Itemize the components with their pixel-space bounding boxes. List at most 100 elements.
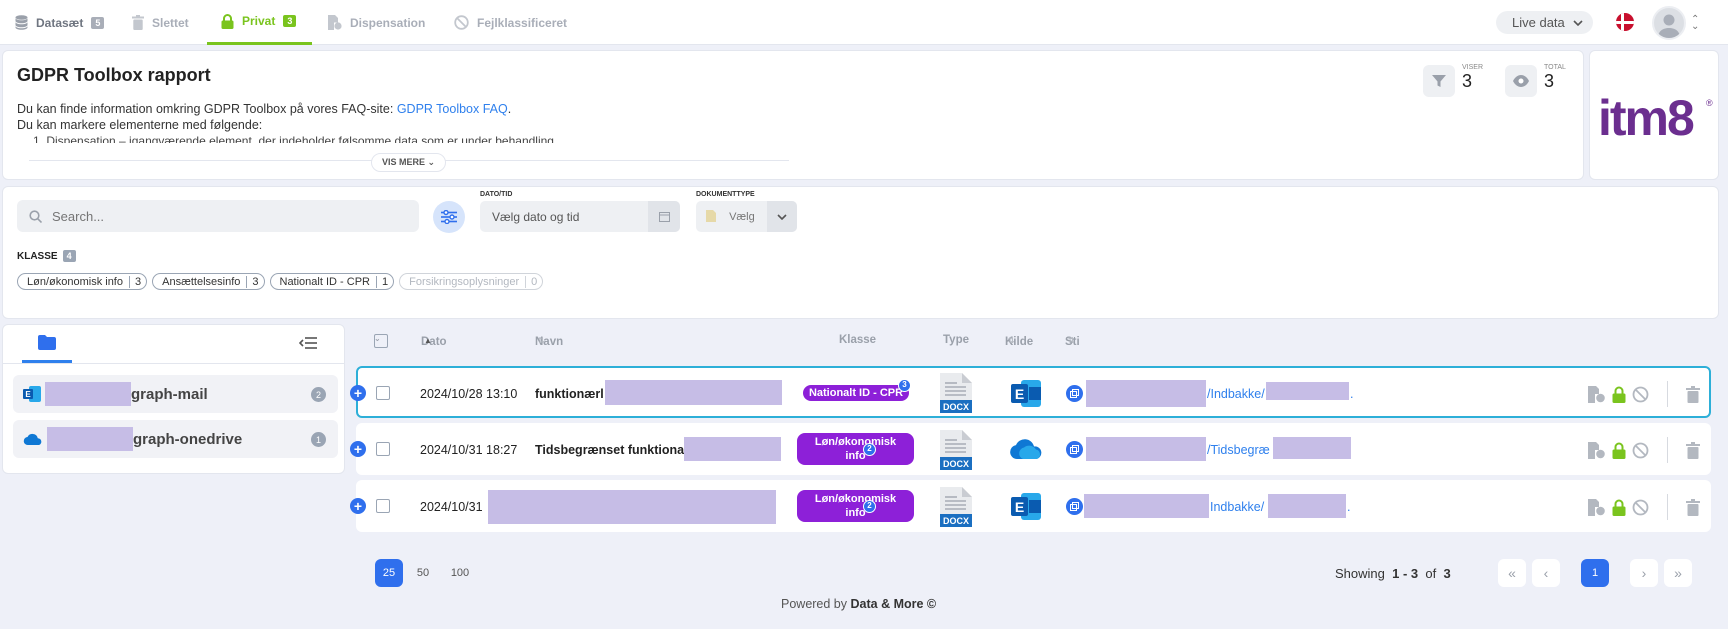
powered-prefix: Powered by: [781, 597, 848, 611]
header-klasse: Klasse: [839, 334, 877, 346]
chip-count: 1: [375, 275, 393, 288]
eye-icon: [1505, 65, 1537, 97]
path-segment[interactable]: /Tidsbegræ: [1207, 443, 1270, 457]
copy-path-icon[interactable]: [1066, 498, 1083, 515]
row-date: 2024/10/28 13:10: [420, 387, 518, 401]
live-data-dropdown[interactable]: Live data: [1496, 11, 1593, 34]
trash-icon[interactable]: [1686, 441, 1700, 459]
filter-icon: [1423, 65, 1455, 97]
chip-loen-oekonomisk[interactable]: Løn/økonomisk info 3: [17, 273, 148, 290]
row-name[interactable]: Tidsbegrænset funktiona: [535, 443, 684, 457]
expand-row-icon[interactable]: +: [350, 441, 366, 457]
source-item-graph-onedrive[interactable]: graph-onedrive 1: [13, 420, 338, 458]
search-input[interactable]: [52, 208, 392, 224]
double-chevron-left-icon: «: [1508, 565, 1516, 581]
docx-file-icon: DOCX: [940, 373, 972, 413]
redacted-text: [45, 382, 131, 406]
ban-icon[interactable]: [1632, 386, 1649, 403]
ban-icon[interactable]: [1632, 499, 1649, 516]
copy-path-icon[interactable]: [1066, 385, 1083, 402]
next-page-button[interactable]: ›: [1630, 559, 1658, 587]
path-segment[interactable]: Indbakke/: [1210, 500, 1264, 514]
calendar-icon[interactable]: [648, 201, 680, 232]
klasse-pill[interactable]: Nationalt ID - CPR 3: [803, 379, 911, 401]
chevron-down-icon[interactable]: [767, 201, 797, 232]
lock-icon: [221, 13, 234, 29]
lock-icon[interactable]: [1612, 442, 1626, 459]
lock-icon[interactable]: [1612, 499, 1626, 516]
klasse-count-badge: 2: [863, 500, 876, 513]
redacted-text: [1084, 494, 1209, 518]
tab-label: Privat: [242, 14, 276, 28]
tab-fejlklassificeret[interactable]: Fejlklassificeret: [454, 0, 567, 45]
source-sidebar: E graph-mail 2 graph-onedrive 1: [2, 324, 345, 474]
onedrive-icon: [1010, 439, 1042, 459]
chevron-updown-icon[interactable]: ⌃ ⌄: [1691, 15, 1699, 32]
chip-nationalt-id[interactable]: Nationalt ID - CPR 1: [269, 273, 395, 290]
chevron-right-icon: ›: [1641, 565, 1647, 581]
row-date: 2024/10/31 18:27: [420, 443, 518, 457]
expand-row-icon[interactable]: +: [350, 498, 366, 514]
powered-by: Powered by Data & More ©: [781, 597, 936, 611]
search-icon: [29, 209, 42, 223]
tab-datasaet[interactable]: Datasæt 5: [15, 0, 105, 45]
doctype-text: Vælg: [729, 211, 755, 223]
advanced-filter-button[interactable]: [433, 201, 465, 233]
klasse-label: KLASSE: [17, 250, 58, 262]
trash-icon[interactable]: [1686, 498, 1700, 516]
lock-icon[interactable]: [1612, 386, 1626, 403]
source-name: graph-mail: [131, 385, 208, 403]
row-checkbox[interactable]: [376, 499, 390, 513]
ban-icon[interactable]: [1632, 442, 1649, 459]
prev-page-button[interactable]: ‹: [1532, 559, 1560, 587]
page-size-25[interactable]: 25: [375, 559, 403, 587]
path-segment[interactable]: /Indbakke/: [1207, 387, 1265, 401]
tab-label: Datasæt: [36, 15, 84, 30]
first-page-button[interactable]: «: [1498, 559, 1526, 587]
row-actions: [1587, 381, 1700, 407]
doctype-select[interactable]: Vælg: [696, 201, 797, 232]
faq-link[interactable]: GDPR Toolbox FAQ: [397, 102, 508, 116]
date-picker[interactable]: Vælg dato og tid: [480, 201, 680, 232]
row-checkbox[interactable]: [376, 442, 390, 456]
source-item-graph-mail[interactable]: E graph-mail 2: [13, 375, 338, 413]
vis-mere-label: VIS MERE: [382, 157, 426, 167]
copy-path-icon[interactable]: [1066, 441, 1083, 458]
folder-tab[interactable]: [22, 325, 72, 363]
last-page-button[interactable]: »: [1664, 559, 1692, 587]
vis-mere-button[interactable]: VIS MERE ⌄: [371, 153, 447, 172]
redacted-text: [1268, 494, 1346, 518]
collapse-sidebar-icon[interactable]: [298, 336, 317, 353]
dispensation-icon[interactable]: [1587, 441, 1606, 459]
date-label: DATO/TID: [480, 191, 513, 198]
chip-label: Forsikringsoplysninger: [409, 275, 520, 288]
denmark-flag-icon[interactable]: [1616, 13, 1634, 31]
clipped-list: 1. Dispensation – igangværende element, …: [3, 134, 803, 143]
doctype-label: DOKUMENTTYPE: [696, 191, 755, 198]
sliders-icon: [441, 210, 457, 224]
klasse-pill[interactable]: Løn/økonomisk info 2: [797, 490, 914, 522]
file-clock-icon: [328, 15, 342, 30]
dispensation-icon[interactable]: [1587, 498, 1606, 516]
row-name[interactable]: funktionærl: [535, 387, 604, 401]
row-checkbox[interactable]: [376, 386, 390, 400]
page-1-button[interactable]: 1: [1581, 559, 1609, 587]
page-size-100[interactable]: 100: [446, 559, 474, 587]
tab-privat[interactable]: Privat 3: [207, 0, 312, 45]
page-size-50[interactable]: 50: [409, 559, 437, 587]
tab-label: Fejlklassificeret: [477, 15, 568, 30]
klasse-heading: KLASSE 4: [17, 250, 76, 262]
sort-icon: ⇅: [1008, 336, 1015, 345]
tab-slettet[interactable]: Slettet: [132, 0, 189, 45]
tab-dispensation[interactable]: Dispensation: [327, 0, 425, 45]
user-avatar-icon[interactable]: [1652, 6, 1686, 40]
divider: [3, 363, 344, 364]
trash-icon[interactable]: [1686, 385, 1700, 403]
faq-suffix: .: [507, 102, 512, 116]
klasse-pill[interactable]: Løn/økonomisk info 2: [797, 433, 914, 465]
chip-ansaettelsesinfo[interactable]: Ansættelsesinfo 3: [152, 273, 265, 290]
row-actions: [1587, 494, 1700, 520]
klasse-count-badge: 2: [863, 443, 876, 456]
dispensation-icon[interactable]: [1587, 385, 1606, 403]
expand-row-icon[interactable]: +: [350, 385, 366, 401]
